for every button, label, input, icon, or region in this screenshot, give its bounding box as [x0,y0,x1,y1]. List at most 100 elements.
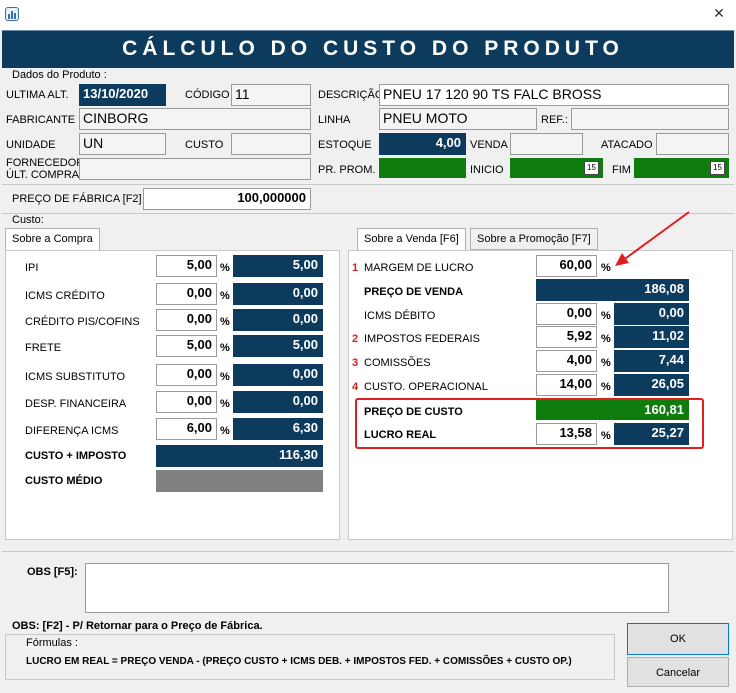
custo-row-label: DESP. FINANCEIRA [25,398,127,410]
custo-row-pct-field[interactable]: 5,00 [156,335,217,357]
step-number: 3 [352,357,359,369]
custo-op-value-field[interactable]: 26,05 [614,374,689,396]
percent-symbol: % [220,342,230,354]
custo-row-value-field[interactable]: 6,30 [233,418,323,440]
percent-symbol: % [220,262,230,274]
cancel-button[interactable]: Cancelar [627,657,729,687]
custo-medio-field[interactable] [156,470,323,492]
custo-row-value-field[interactable]: 0,00 [233,309,323,331]
estoque-field[interactable]: 4,00 [379,133,466,155]
percent-symbol: % [601,357,611,369]
unidade-field[interactable]: UN [79,133,166,155]
impostos-value-field[interactable]: 11,02 [614,326,689,348]
comissoes-value-field[interactable]: 7,44 [614,350,689,372]
custo-group-label: Custo: [12,214,44,226]
ref-label: REF.: [541,114,568,126]
step-number: 2 [352,333,359,345]
banner: CÁLCULO DO CUSTO DO PRODUTO [2,30,734,68]
descricao-label: DESCRIÇÃO [318,89,384,101]
codigo-label: CÓDIGO [185,89,230,101]
formulas-group: Fórmulas : LUCRO EM REAL = PREÇO VENDA -… [5,634,615,680]
custo-row-label: IPI [25,262,39,274]
custo-field[interactable] [231,133,311,155]
impostos-federais-label: IMPOSTOS FEDERAIS [364,333,480,345]
calendar-icon[interactable]: 15 [584,161,599,175]
pr-prom-field[interactable] [379,158,466,178]
ultima-alt-label: ULTIMA ALT. [6,89,69,101]
preco-venda-field[interactable]: 186,08 [536,279,689,301]
codigo-field[interactable]: 11 [231,84,311,106]
percent-symbol: % [601,381,611,393]
icms-debito-pct-field[interactable]: 0,00 [536,303,597,325]
fornecedor-field[interactable] [79,158,311,180]
custo-row-pct-field[interactable]: 5,00 [156,255,217,277]
margem-field[interactable]: 60,00 [536,255,597,277]
fabricante-label: FABRICANTE [6,114,76,126]
percent-symbol: % [220,371,230,383]
comissoes-label: COMISSÕES [364,357,431,369]
custo-operacional-label: CUSTO. OPERACIONAL [364,381,488,393]
highlight-box [355,398,704,449]
atacado-field[interactable] [656,133,729,155]
custo-imposto-label: CUSTO + IMPOSTO [25,450,127,462]
formulas-label: Fórmulas : [26,637,78,649]
percent-symbol: % [220,290,230,302]
custo-row-value-field[interactable]: 0,00 [233,283,323,305]
comissoes-pct-field[interactable]: 4,00 [536,350,597,372]
custo-row-pct-field[interactable]: 0,00 [156,309,217,331]
custo-row-pct-field[interactable]: 0,00 [156,364,217,386]
custo-row-pct-field[interactable]: 0,00 [156,391,217,413]
calendar-icon[interactable]: 15 [710,161,725,175]
custo-row-value-field[interactable]: 5,00 [233,255,323,277]
custo-row-value-field[interactable]: 0,00 [233,391,323,413]
venda-field[interactable] [510,133,583,155]
title-bar: ✕ [0,0,736,30]
step-number: 1 [352,262,359,274]
estoque-label: ESTOQUE [318,139,372,151]
page-title: CÁLCULO DO CUSTO DO PRODUTO [122,37,624,60]
atacado-label: ATACADO [601,139,653,151]
custo-op-pct-field[interactable]: 14,00 [536,374,597,396]
tab-sobre-venda[interactable]: Sobre a Venda [F6] [357,228,466,251]
linha-field[interactable]: PNEU MOTO [379,108,537,130]
percent-symbol: % [220,398,230,410]
custo-label: CUSTO [185,139,224,151]
descricao-field[interactable]: PNEU 17 120 90 TS FALC BROSS [379,84,729,106]
custo-row-value-field[interactable]: 5,00 [233,335,323,357]
chart-icon [5,7,19,21]
custo-row-pct-field[interactable]: 0,00 [156,283,217,305]
ok-button[interactable]: OK [627,623,729,655]
custo-row-pct-field[interactable]: 6,00 [156,418,217,440]
tab-sobre-promocao[interactable]: Sobre a Promoção [F7] [470,228,598,250]
ultima-alt-field[interactable]: 13/10/2020 [79,84,166,106]
obs-label: OBS [F5]: [27,566,78,578]
custo-row-label: ICMS SUBSTITUTO [25,371,126,383]
custo-medio-label: CUSTO MÉDIO [25,475,103,487]
preco-venda-label: PREÇO DE VENDA [364,286,464,298]
step-number: 4 [352,381,359,393]
icms-debito-label: ICMS DÉBITO [364,310,436,322]
obs-hint: OBS: [F2] - P/ Retornar para o Preço de … [12,620,263,632]
percent-symbol: % [220,316,230,328]
close-icon[interactable]: ✕ [708,5,730,25]
custo-row-label: DIFERENÇA ICMS [25,425,119,437]
obs-field[interactable] [85,563,669,613]
custo-row-label: FRETE [25,342,62,354]
divider [2,184,734,185]
divider [2,551,734,552]
preco-fabrica-label: PREÇO DE FÁBRICA [F2] [12,193,142,205]
tab-sobre-compra[interactable]: Sobre a Compra [5,228,100,251]
margem-label: MARGEM DE LUCRO [364,262,474,274]
unidade-label: UNIDADE [6,139,56,151]
custo-row-value-field[interactable]: 0,00 [233,364,323,386]
custo-row-label: ICMS CRÉDITO [25,290,105,302]
fornecedor-label: FORNECEDOR ÚLT. COMPRA [6,157,85,181]
percent-symbol: % [601,333,611,345]
icms-debito-value-field[interactable]: 0,00 [614,303,689,325]
fabricante-field[interactable]: CINBORG [79,108,311,130]
percent-symbol: % [220,425,230,437]
impostos-pct-field[interactable]: 5,92 [536,326,597,348]
custo-imposto-field[interactable]: 116,30 [156,445,323,467]
ref-field[interactable] [571,108,729,130]
preco-fabrica-field[interactable]: 100,000000 [143,188,311,210]
